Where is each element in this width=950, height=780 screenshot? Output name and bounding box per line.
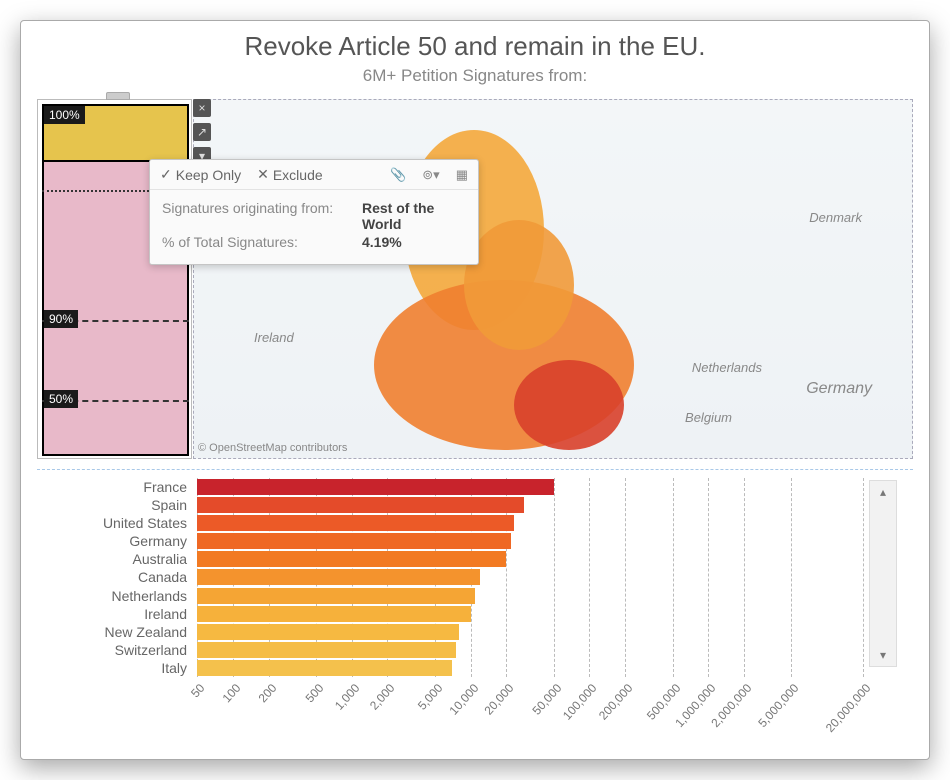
x-tick-label: 2,000 [367, 681, 397, 713]
map-region [514, 360, 624, 450]
bar-country-label: Germany [37, 532, 193, 550]
tooltip-body: Signatures originating from: Rest of the… [150, 190, 478, 264]
bar-country-label: United States [37, 514, 193, 532]
gauge-label-90: 90% [44, 310, 78, 328]
gauge-panel[interactable]: 100% 90% 50% [37, 99, 192, 459]
keep-only-button[interactable]: ✓ Keep Only [160, 166, 241, 183]
bar[interactable] [197, 606, 471, 622]
gauge-label-100: 100% [44, 106, 85, 124]
grid-line [863, 478, 864, 677]
bar[interactable] [197, 660, 452, 676]
bar-country-label: Netherlands [37, 587, 193, 605]
map-label-belgium: Belgium [685, 410, 732, 425]
map-attribution: © OpenStreetMap contributors [198, 442, 347, 454]
map-region [464, 220, 574, 350]
x-tick-label: 50 [188, 681, 207, 700]
drag-handle[interactable] [106, 92, 130, 100]
x-tick-label: 10,000 [446, 681, 481, 718]
map-label-denmark: Denmark [809, 210, 862, 225]
gauge-label-50: 50% [44, 390, 78, 408]
tooltip-toolbar: ✓ Keep Only ✕ Exclude 📎 ⊚▾ ▦ [150, 160, 478, 190]
x-tick-label: 100 [219, 681, 243, 705]
bar-row[interactable] [197, 496, 863, 514]
x-tick-label: 50,000 [529, 681, 564, 718]
bar-labels: FranceSpainUnited StatesGermanyAustralia… [37, 478, 193, 677]
attach-icon[interactable]: 📎 [390, 167, 406, 183]
country-bar-chart: FranceSpainUnited StatesGermanyAustralia… [37, 469, 913, 747]
check-icon: ✓ [160, 166, 172, 183]
share-icon[interactable]: ↗ [193, 123, 211, 141]
bar-country-label: France [37, 478, 193, 496]
map-label-netherlands: Netherlands [692, 360, 762, 375]
x-tick-label: 1,000 [332, 681, 362, 713]
table-icon[interactable]: ▦ [456, 167, 468, 183]
page-title: Revoke Article 50 and remain in the EU. [21, 31, 929, 62]
x-axis-ticks: 501002005001,0002,0005,00010,00020,00050… [197, 677, 863, 747]
bar-row[interactable] [197, 623, 863, 641]
tooltip-row: % of Total Signatures: 4.19% [162, 234, 466, 250]
tooltip-row: Signatures originating from: Rest of the… [162, 200, 466, 232]
x-tick-label: 200 [255, 681, 279, 705]
group-icon[interactable]: ⊚▾ [422, 167, 439, 183]
panel-controls: × ↗ ▾ [193, 99, 215, 165]
map-label-ireland: Ireland [254, 330, 294, 345]
map-label-germany: Germany [806, 380, 872, 398]
tooltip-row-value: Rest of the World [362, 200, 466, 232]
exclude-label: Exclude [273, 167, 323, 183]
bar-country-label: New Zealand [37, 623, 193, 641]
bar-row[interactable] [197, 478, 863, 496]
bar-row[interactable] [197, 550, 863, 568]
x-tick-label: 500 [302, 681, 326, 705]
keep-only-label: Keep Only [176, 167, 241, 183]
bar-row[interactable] [197, 532, 863, 550]
x-tick-label: 100,000 [560, 681, 599, 723]
x-tick-label: 20,000,000 [823, 681, 874, 735]
x-tick-label: 200,000 [596, 681, 635, 723]
choropleth-map[interactable]: Ireland Netherlands Belgium Germany Denm… [193, 99, 913, 459]
exclude-button[interactable]: ✕ Exclude [257, 166, 323, 183]
bar-row[interactable] [197, 641, 863, 659]
dashboard: Revoke Article 50 and remain in the EU. … [20, 20, 930, 760]
bar-country-label: Switzerland [37, 641, 193, 659]
close-icon: ✕ [257, 166, 269, 183]
x-tick-label: 5,000 [415, 681, 445, 713]
bar-country-label: Spain [37, 496, 193, 514]
bar[interactable] [197, 551, 506, 567]
bar-row[interactable] [197, 514, 863, 532]
x-tick-label: 20,000 [482, 681, 517, 718]
close-icon[interactable]: × [193, 99, 211, 117]
bar[interactable] [197, 569, 480, 585]
scroll-down-button[interactable]: ▾ [880, 644, 886, 666]
bar[interactable] [197, 533, 511, 549]
bar[interactable] [197, 479, 554, 495]
bar-country-label: Ireland [37, 605, 193, 623]
scrollbar[interactable]: ▴ ▾ [869, 480, 897, 667]
bar-row[interactable] [197, 659, 863, 677]
bar[interactable] [197, 624, 459, 640]
scroll-up-button[interactable]: ▴ [880, 481, 886, 503]
x-tick-label: 5,000,000 [756, 681, 802, 730]
bar-country-label: Canada [37, 568, 193, 586]
bar-row[interactable] [197, 605, 863, 623]
bar-row[interactable] [197, 568, 863, 586]
bars [197, 478, 863, 677]
bar-country-label: Australia [37, 550, 193, 568]
bar[interactable] [197, 497, 524, 513]
tooltip-row-label: Signatures originating from: [162, 200, 362, 232]
bar[interactable] [197, 588, 475, 604]
bar-country-label: Italy [37, 659, 193, 677]
bar[interactable] [197, 642, 456, 658]
tooltip-row-value: 4.19% [362, 234, 402, 250]
tooltip-row-label: % of Total Signatures: [162, 234, 362, 250]
page-subtitle: 6M+ Petition Signatures from: [21, 66, 929, 86]
bar-row[interactable] [197, 587, 863, 605]
tooltip: ✓ Keep Only ✕ Exclude 📎 ⊚▾ ▦ Signatures … [149, 159, 479, 265]
bar[interactable] [197, 515, 514, 531]
